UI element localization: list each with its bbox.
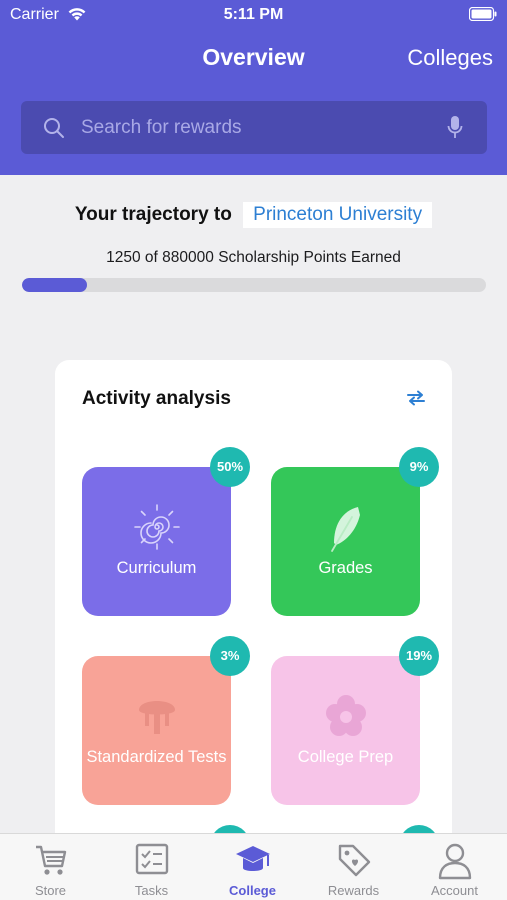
- tab-label: Account: [431, 883, 478, 898]
- college-selector[interactable]: Princeton University: [243, 202, 433, 228]
- tree-icon: [82, 692, 231, 741]
- sun-spiral-icon: [82, 503, 231, 556]
- tab-label: College: [229, 883, 276, 898]
- header: Carrier 5:11 PM Overview Colleges: [0, 0, 507, 175]
- activity-card: Activity analysis Curriculum 50% Grades …: [55, 360, 452, 880]
- points-progress-bar: [22, 278, 486, 292]
- tile-grades[interactable]: Grades: [271, 467, 420, 616]
- tab-store[interactable]: Store: [0, 834, 101, 900]
- person-icon: [404, 842, 505, 885]
- activity-title: Activity analysis: [82, 388, 231, 409]
- search-bar[interactable]: [21, 101, 487, 154]
- trajectory-lead: Your trajectory to: [74, 204, 232, 225]
- points-progress-fill: [22, 278, 87, 292]
- battery-icon: [468, 6, 497, 26]
- tile-curriculum[interactable]: Curriculum: [82, 467, 231, 616]
- trajectory-heading: Your trajectory to Princeton University: [0, 202, 507, 228]
- tab-college[interactable]: College: [202, 834, 303, 900]
- tab-account[interactable]: Account: [404, 834, 505, 900]
- tab-bar: Store Tasks College Rewards Account: [0, 833, 507, 900]
- percent-badge: 3%: [210, 636, 250, 676]
- percent-badge: 19%: [399, 636, 439, 676]
- tile-label: Curriculum: [116, 559, 197, 577]
- percent-badge: 50%: [210, 447, 250, 487]
- graduation-cap-icon: [202, 842, 303, 883]
- checklist-icon: [101, 842, 202, 883]
- tile-college-prep[interactable]: College Prep: [271, 656, 420, 805]
- colleges-button[interactable]: Colleges: [407, 45, 493, 71]
- tab-label: Rewards: [327, 883, 380, 898]
- tile-label: Grades: [318, 559, 373, 577]
- tab-tasks[interactable]: Tasks: [101, 834, 202, 900]
- search-icon: [43, 117, 65, 144]
- cart-icon: [0, 842, 101, 883]
- tab-rewards[interactable]: Rewards: [303, 834, 404, 900]
- status-time: 5:11 PM: [223, 6, 284, 23]
- feather-icon: [271, 503, 420, 560]
- search-input[interactable]: [81, 101, 441, 154]
- status-bar: Carrier 5:11 PM: [0, 0, 507, 30]
- microphone-icon[interactable]: [447, 115, 463, 146]
- tile-label: Standardized Tests: [86, 748, 227, 766]
- tile-label: College Prep: [297, 748, 394, 766]
- tag-icon: [303, 842, 404, 883]
- points-summary: 1250 of 880000 Scholarship Points Earned: [106, 249, 401, 266]
- tab-label: Store: [34, 883, 67, 898]
- percent-badge: 9%: [399, 447, 439, 487]
- flower-icon: [271, 692, 420, 745]
- tab-label: Tasks: [134, 883, 169, 898]
- swap-icon[interactable]: [406, 390, 426, 411]
- tile-standardized-tests[interactable]: Standardized Tests: [82, 656, 231, 805]
